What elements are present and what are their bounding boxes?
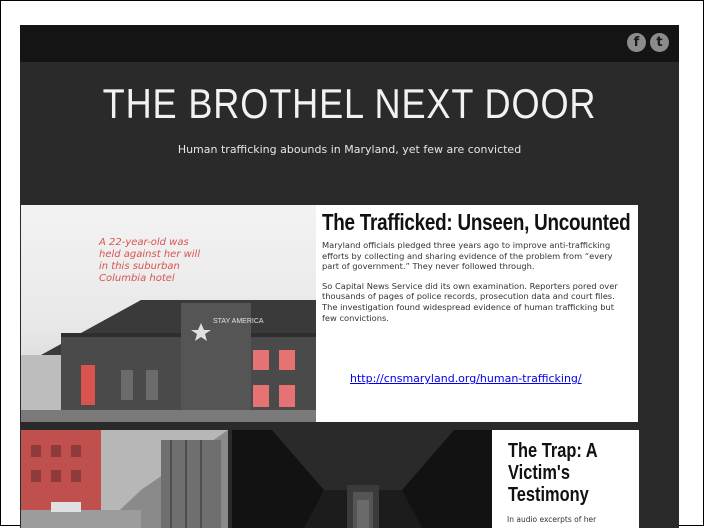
page-title: THE BROTHEL NEXT DOOR: [102, 80, 597, 127]
webpage: f t THE BROTHEL NEXT DOOR Human traffick…: [20, 25, 679, 528]
photo-caption: A 22-year-old was held against her will …: [99, 237, 201, 284]
story-card-trap[interactable]: The Trap: A Victim's Testimony In audio …: [492, 430, 639, 528]
story-card-trafficked[interactable]: STAY AMERICA A 22-year-old was held agai…: [21, 205, 638, 422]
hotel-photo: STAY AMERICA A 22-year-old was held agai…: [21, 205, 316, 422]
street-photo[interactable]: [21, 430, 228, 528]
story-paragraph-1: Maryland officials pledged three years a…: [322, 240, 613, 272]
story2-title[interactable]: The Trap: A Victim's Testimony: [508, 440, 613, 506]
hotel-sign-text: STAY AMERICA: [213, 318, 264, 325]
twitter-icon[interactable]: t: [650, 33, 669, 52]
hallway-illustration: [232, 430, 494, 528]
story-text: The Trafficked: Unseen, Uncounted Maryla…: [322, 205, 632, 323]
story-link[interactable]: http://cnsmaryland.org/human-trafficking…: [350, 372, 582, 385]
hallway-photo[interactable]: [232, 430, 494, 528]
street-illustration: [21, 430, 228, 528]
facebook-icon[interactable]: f: [627, 33, 646, 52]
page-subtitle: Human trafficking abounds in Maryland, y…: [177, 143, 522, 156]
story2-excerpt: In audio excerpts of her: [507, 515, 597, 524]
social-links: f t: [627, 33, 669, 52]
top-bar: f t: [20, 25, 679, 62]
story-paragraph-2: So Capital News Service did its own exam…: [322, 280, 618, 323]
story-title[interactable]: The Trafficked: Unseen, Uncounted: [322, 209, 631, 236]
